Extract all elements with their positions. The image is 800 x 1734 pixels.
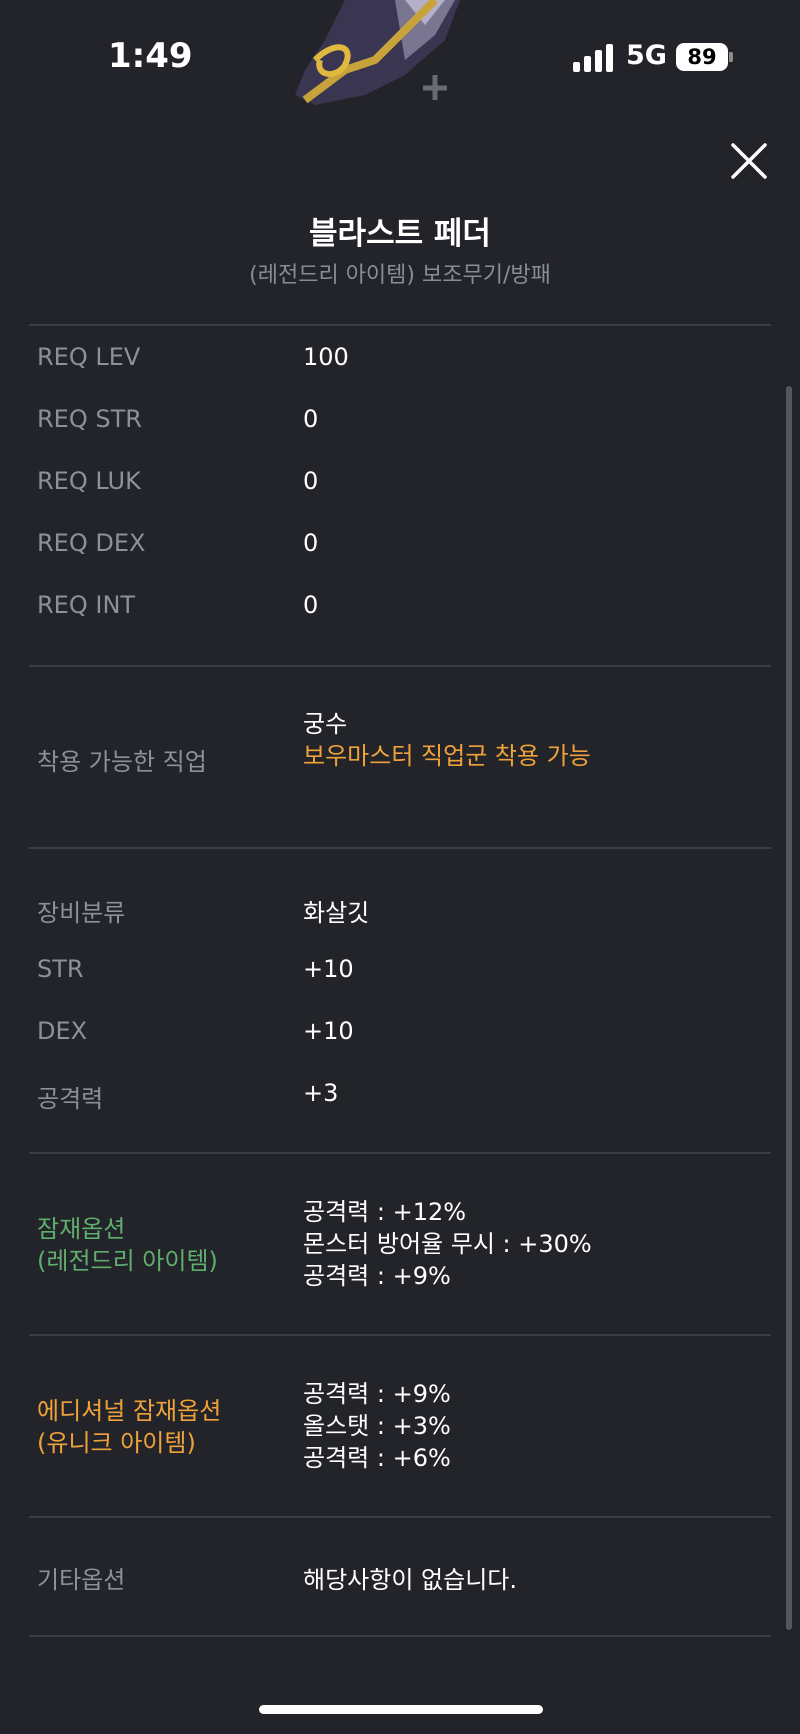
divider — [29, 1516, 771, 1518]
status-bar: 1:49 5G 89 — [0, 0, 800, 120]
req-str-value: 0 — [303, 405, 319, 433]
item-name: 블라스트 페더 — [309, 216, 491, 252]
additional-line: 공격력 : +9% — [303, 1380, 451, 1408]
potential-line: 몬스터 방어율 무시 : +30% — [303, 1230, 592, 1258]
feather-weapon-icon — [285, 0, 515, 115]
home-indicator[interactable] — [259, 1705, 543, 1714]
divider — [29, 1152, 771, 1154]
potential-label-line2: (레전드리 아이템) — [37, 1247, 218, 1275]
req-int-label: REQ INT — [37, 591, 136, 619]
stat-attack-value: +3 — [303, 1079, 339, 1107]
req-dex-label: REQ DEX — [37, 529, 146, 557]
additional-line: 공격력 : +6% — [303, 1444, 451, 1472]
equip-category-value: 화살깃 — [303, 899, 370, 927]
stat-str-value: +10 — [303, 955, 354, 983]
req-dex-value: 0 — [303, 529, 319, 557]
req-level-label: REQ LEV — [37, 343, 141, 371]
battery-tip — [729, 52, 733, 62]
req-luk-value: 0 — [303, 467, 319, 495]
divider — [29, 1334, 771, 1336]
equip-category-label: 장비분류 — [37, 899, 126, 927]
cellular-signal-icon — [573, 44, 613, 72]
scrollbar[interactable] — [786, 386, 792, 1630]
stat-str-label: STR — [37, 955, 84, 983]
stat-dex-value: +10 — [303, 1017, 354, 1045]
divider — [29, 324, 771, 326]
close-icon[interactable] — [728, 140, 770, 182]
potential-label-line1: 잠재옵션 — [37, 1215, 126, 1243]
potential-values: 공격력 : +12% 몬스터 방어율 무시 : +30% 공격력 : +9% — [303, 1196, 592, 1292]
divider — [29, 847, 771, 849]
additional-potential-values: 공격력 : +9% 올스탯 : +3% 공격력 : +6% — [303, 1378, 451, 1474]
item-subtitle: (레전드리 아이템) 보조무기/방패 — [249, 263, 551, 288]
additional-line: 올스탯 : +3% — [303, 1412, 451, 1440]
stat-attack-label: 공격력 — [37, 1085, 104, 1113]
job-class: 궁수 — [303, 710, 348, 738]
potential-label: 잠재옵션 (레전드리 아이템) — [37, 1213, 218, 1277]
req-level-value: 100 — [303, 343, 349, 371]
additional-label-line1: 에디셔널 잠재옵션 — [37, 1397, 222, 1425]
divider — [29, 1635, 771, 1637]
etc-value: 해당사항이 없습니다. — [303, 1566, 517, 1594]
job-note: 보우마스터 직업군 착용 가능 — [303, 742, 591, 770]
clock-time: 1:49 — [108, 36, 193, 76]
req-int-value: 0 — [303, 591, 319, 619]
battery-level: 89 — [687, 45, 717, 69]
battery-icon: 89 — [676, 43, 728, 71]
additional-potential-label: 에디셔널 잠재옵션 (유니크 아이템) — [37, 1395, 221, 1459]
etc-label: 기타옵션 — [37, 1566, 126, 1594]
job-value: 궁수 보우마스터 직업군 착용 가능 — [303, 708, 591, 772]
req-luk-label: REQ LUK — [37, 467, 141, 495]
additional-label-line2: (유니크 아이템) — [37, 1429, 196, 1457]
req-str-label: REQ STR — [37, 405, 142, 433]
network-type: 5G — [626, 40, 667, 71]
potential-line: 공격력 : +9% — [303, 1262, 451, 1290]
stat-dex-label: DEX — [37, 1017, 88, 1045]
divider — [29, 665, 771, 667]
job-label: 착용 가능한 직업 — [37, 748, 207, 776]
potential-line: 공격력 : +12% — [303, 1198, 467, 1226]
